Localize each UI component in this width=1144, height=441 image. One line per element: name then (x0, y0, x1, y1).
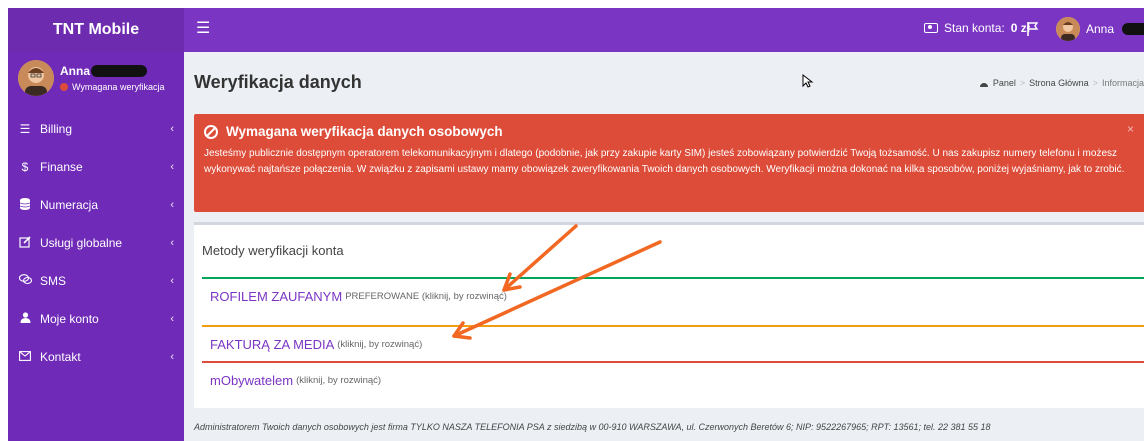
chevron-left-icon: ‹ (170, 123, 174, 135)
avatar (18, 60, 54, 96)
avatar (1056, 17, 1080, 41)
redaction-bar (1122, 23, 1144, 35)
chevron-left-icon: ‹ (170, 351, 174, 363)
brand-logo[interactable]: TNT Mobile (8, 8, 184, 52)
sidebar-item-billing[interactable]: ☰ Billing ‹ (8, 110, 184, 148)
user-name-top: Anna (1086, 22, 1115, 36)
sidebar-item-finanse[interactable]: $ Finanse ‹ (8, 148, 184, 186)
sidebar-item-label: Numeracja (40, 198, 99, 212)
method-hint: (kliknij, by rozwinąć) (296, 374, 382, 386)
method-title: ROFILEM ZAUFANYM (210, 288, 343, 304)
user-icon (18, 312, 32, 326)
dollar-icon: $ (21, 160, 29, 174)
list-icon: ☰ (19, 122, 31, 136)
sidebar-item-label: Finanse (40, 160, 83, 174)
sidebar-item-kontakt[interactable]: Kontakt ‹ (8, 338, 184, 376)
alert-title: Wymagana weryfikacja danych osobowych (204, 124, 503, 139)
redaction-bar (91, 65, 147, 77)
chevron-left-icon: ‹ (170, 275, 174, 287)
method-title: FAKTURĄ ZA MEDIA (210, 336, 335, 352)
chat-icon (18, 274, 32, 288)
sidebar-item-uslugi-globalne[interactable]: Usługi globalne ‹ (8, 224, 184, 262)
breadcrumb-current: Informacja wstępna (1101, 78, 1144, 88)
method-title: mObywatelem (210, 372, 294, 388)
database-icon (18, 197, 32, 213)
money-icon (924, 23, 938, 33)
top-navbar: ☰ Stan konta: 0 zł Anna (184, 8, 1144, 52)
method-faktura-za-media[interactable]: FAKTURĄ ZA MEDIA (kliknij, by rozwinąć) (202, 325, 1144, 361)
verification-alert: Wymagana weryfikacja danych osobowych Je… (194, 114, 1144, 212)
method-hint: PREFEROWANE (kliknij, by rozwinąć) (345, 290, 507, 302)
content-header: Weryfikacja danych Panel > Strona Główna… (184, 52, 1144, 112)
balance-label: Stan konta: (944, 21, 1005, 35)
dashboard-icon (979, 82, 988, 87)
sidebar-item-label: Moje konto (40, 312, 99, 326)
sidebar-item-sms[interactable]: SMS ‹ (8, 262, 184, 300)
alert-body: Jesteśmy publicznie dostępnym operatorem… (204, 148, 1125, 175)
sidebar-user-name: Anna (60, 64, 147, 78)
verification-methods-box: Metody weryfikacji konta ROFILEM ZAUFANY… (194, 222, 1144, 408)
user-menu[interactable]: Anna (1056, 17, 1144, 41)
hamburger-menu-icon[interactable]: ☰ (196, 20, 212, 38)
brand-name: TNT Mobile (52, 21, 140, 38)
sidebar-item-numeracja[interactable]: Numeracja ‹ (8, 186, 184, 224)
chevron-left-icon: ‹ (170, 313, 174, 325)
sidebar-item-moje-konto[interactable]: Moje konto ‹ (8, 300, 184, 338)
status-dot-icon (60, 83, 68, 91)
chevron-left-icon: ‹ (170, 199, 174, 211)
user-status: Wymagana weryfikacja (60, 82, 164, 92)
box-title: Metody weryfikacji konta (202, 243, 344, 258)
breadcrumb-panel[interactable]: Panel (993, 78, 1016, 88)
envelope-icon (18, 350, 32, 364)
edit-icon (18, 235, 32, 251)
breadcrumb-home[interactable]: Strona Główna (1029, 78, 1089, 88)
sidebar-menu: ☰ Billing ‹ $ Finanse ‹ Numeracja ‹ Usłu… (8, 110, 184, 376)
page-title: Weryfikacja danych (194, 72, 362, 92)
close-icon[interactable]: × (1127, 122, 1134, 136)
chevron-left-icon: ‹ (170, 161, 174, 173)
account-balance[interactable]: Stan konta: 0 zł (924, 21, 1030, 35)
sidebar-item-label: SMS (40, 274, 67, 288)
mouse-cursor-icon (802, 74, 814, 88)
sidebar-item-label: Kontakt (40, 350, 81, 364)
sidebar-item-label: Usługi globalne (40, 236, 123, 250)
sidebar: Anna Wymagana weryfikacja ☰ Billing ‹ $ … (8, 52, 184, 441)
chevron-left-icon: ‹ (170, 237, 174, 249)
method-mobywatel[interactable]: mObywatelem (kliknij, by rozwinąć) (202, 361, 1144, 397)
footer-legal: Administratorem Twoich danych osobowych … (194, 422, 991, 432)
ban-icon (204, 124, 218, 139)
user-panel: Anna Wymagana weryfikacja (8, 52, 184, 110)
breadcrumb: Panel > Strona Główna > Informacja wstęp… (979, 78, 1144, 88)
flag-icon[interactable] (1026, 21, 1040, 37)
method-hint: (kliknij, by rozwinąć) (337, 338, 423, 350)
sidebar-item-label: Billing (40, 122, 73, 136)
method-profil-zaufany[interactable]: ROFILEM ZAUFANYM PREFEROWANE (kliknij, b… (202, 277, 1144, 313)
